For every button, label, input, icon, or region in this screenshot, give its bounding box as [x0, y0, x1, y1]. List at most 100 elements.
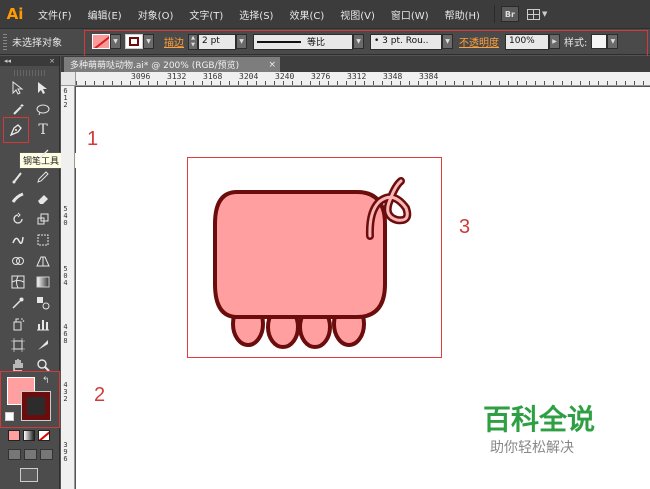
pig-artwork[interactable] — [207, 172, 417, 352]
close-icon[interactable]: × — [49, 57, 55, 65]
opacity-label-link[interactable]: 不透明度 — [459, 34, 499, 49]
lasso-tool[interactable] — [33, 100, 53, 120]
ruler-tick — [544, 81, 545, 85]
menu-type[interactable]: 文字(T) — [181, 7, 231, 22]
ruler-tick-label: 468 — [63, 323, 68, 345]
variable-width-profile[interactable]: 等比 — [253, 33, 353, 50]
tools-panel-header[interactable]: ◂◂ × — [0, 56, 59, 66]
panel-grip[interactable] — [3, 33, 7, 50]
ruler-tick — [76, 81, 77, 85]
shape-builder-tool[interactable] — [8, 251, 28, 271]
ruler-tick — [319, 81, 320, 85]
paintbrush-tool[interactable] — [8, 167, 28, 187]
column-graph-tool[interactable] — [33, 314, 53, 334]
tools-panel-grip[interactable] — [14, 70, 45, 76]
draw-inside-button[interactable] — [40, 449, 53, 460]
arrow-icon — [12, 81, 24, 95]
document-tab[interactable]: 多种萌萌哒动物.ai* @ 200% (RGB/预览) × — [64, 57, 280, 72]
perspective-icon — [36, 256, 50, 267]
rotate-tool[interactable] — [8, 209, 28, 229]
draw-normal-button[interactable] — [8, 449, 21, 460]
stroke-color-box[interactable] — [21, 391, 51, 421]
stroke-label-link[interactable]: 描边 — [164, 34, 184, 49]
close-icon[interactable]: × — [268, 60, 276, 70]
scale-tool[interactable] — [33, 209, 53, 229]
type-tool[interactable]: T — [33, 120, 53, 140]
chevron-down-icon[interactable]: ▼ — [353, 34, 364, 49]
menu-view[interactable]: 视图(V) — [332, 7, 383, 22]
gradient-tool[interactable] — [33, 272, 53, 292]
menu-help[interactable]: 帮助(H) — [437, 7, 488, 22]
ruler-tick — [157, 81, 158, 85]
pen-tool[interactable] — [6, 120, 26, 140]
menu-select[interactable]: 选择(S) — [231, 7, 281, 22]
menu-effect[interactable]: 效果(C) — [281, 7, 332, 22]
ruler-tick — [526, 81, 527, 85]
selection-status: 未选择对象 — [12, 38, 62, 49]
ruler-tick — [283, 81, 284, 85]
chevron-down-icon[interactable]: ▼ — [236, 34, 247, 49]
chevron-down-icon[interactable]: ▼ — [607, 34, 619, 49]
perspective-grid-tool[interactable] — [33, 251, 53, 271]
color-mode-button[interactable] — [8, 430, 20, 441]
ruler-tick — [616, 81, 617, 85]
warp-tool[interactable] — [8, 230, 28, 250]
ruler-tick — [463, 81, 464, 85]
symbol-sprayer-tool[interactable] — [8, 314, 28, 334]
ruler-tick — [409, 81, 410, 85]
default-fill-stroke-icon[interactable] — [5, 412, 14, 421]
chevron-down-icon[interactable]: ▼ — [110, 34, 121, 49]
menu-window[interactable]: 窗口(W) — [383, 7, 437, 22]
stroke-weight-field[interactable]: 2 pt — [198, 33, 236, 50]
opacity-field[interactable]: 100% — [505, 33, 549, 50]
draw-behind-button[interactable] — [24, 449, 37, 460]
slice-tool[interactable] — [33, 335, 53, 355]
pencil-tool[interactable] — [33, 167, 53, 187]
screen-mode-button[interactable] — [20, 468, 38, 482]
fill-color-picker[interactable]: ▼ — [92, 34, 121, 49]
blob-brush-tool[interactable] — [8, 188, 28, 208]
stroke-swatch[interactable] — [125, 34, 143, 49]
ruler-tick-label: 3348 — [383, 72, 403, 81]
drawing-mode-row — [8, 449, 53, 460]
blend-tool[interactable] — [33, 293, 53, 313]
ruler-origin[interactable] — [61, 72, 76, 86]
artboard-icon — [11, 338, 25, 352]
mesh-tool[interactable] — [8, 272, 28, 292]
graphic-style-swatch[interactable] — [591, 34, 608, 49]
line-segment-tool[interactable] — [33, 145, 53, 165]
ruler-tick-label: 540 — [63, 205, 68, 227]
graph-icon — [37, 320, 49, 331]
stroke-color-picker[interactable]: ▼ — [125, 34, 154, 49]
ruler-tick — [229, 81, 230, 85]
menu-object[interactable]: 对象(O) — [130, 7, 182, 22]
bridge-button[interactable]: Br — [500, 6, 519, 22]
eraser-tool[interactable] — [33, 188, 53, 208]
menu-file[interactable]: 文件(F) — [30, 7, 80, 22]
free-transform-tool[interactable] — [33, 230, 53, 250]
collapse-icon[interactable]: ◂◂ — [4, 57, 11, 65]
ruler-tick — [643, 81, 644, 85]
gradient-icon — [36, 276, 50, 288]
ruler-tick — [634, 81, 635, 85]
swap-fill-stroke-icon[interactable]: ↰ — [42, 376, 50, 386]
menu-bar: Ai 文件(F) 编辑(E) 对象(O) 文字(T) 选择(S) 效果(C) 视… — [0, 0, 650, 28]
brush-definition-field[interactable]: • 3 pt. Rou.. — [370, 33, 442, 50]
menu-edit[interactable]: 编辑(E) — [80, 7, 130, 22]
horizontal-ruler[interactable]: 3096 3132 3168 3204 3240 3276 3312 3348 3384 — [76, 72, 650, 86]
eyedropper-tool[interactable] — [8, 293, 28, 313]
fill-swatch[interactable] — [92, 34, 110, 49]
gradient-mode-button[interactable] — [23, 430, 35, 441]
chevron-down-icon[interactable]: ▼ — [442, 34, 453, 49]
chevron-down-icon: ▼ — [541, 10, 548, 18]
artboard-tool[interactable] — [8, 335, 28, 355]
direct-selection-tool[interactable] — [33, 78, 53, 98]
none-mode-button[interactable] — [38, 430, 50, 441]
stroke-weight-stepper[interactable]: ▲ ▼ — [188, 33, 198, 50]
vertical-ruler[interactable]: 612 540 504 468 432 396 — [61, 86, 75, 489]
chevron-right-icon[interactable]: ▶ — [549, 34, 560, 49]
chevron-down-icon[interactable]: ▼ — [143, 34, 154, 49]
selection-tool[interactable] — [8, 78, 28, 98]
ruler-tick — [238, 81, 239, 85]
arrange-documents-button[interactable]: ▼ — [526, 6, 555, 22]
